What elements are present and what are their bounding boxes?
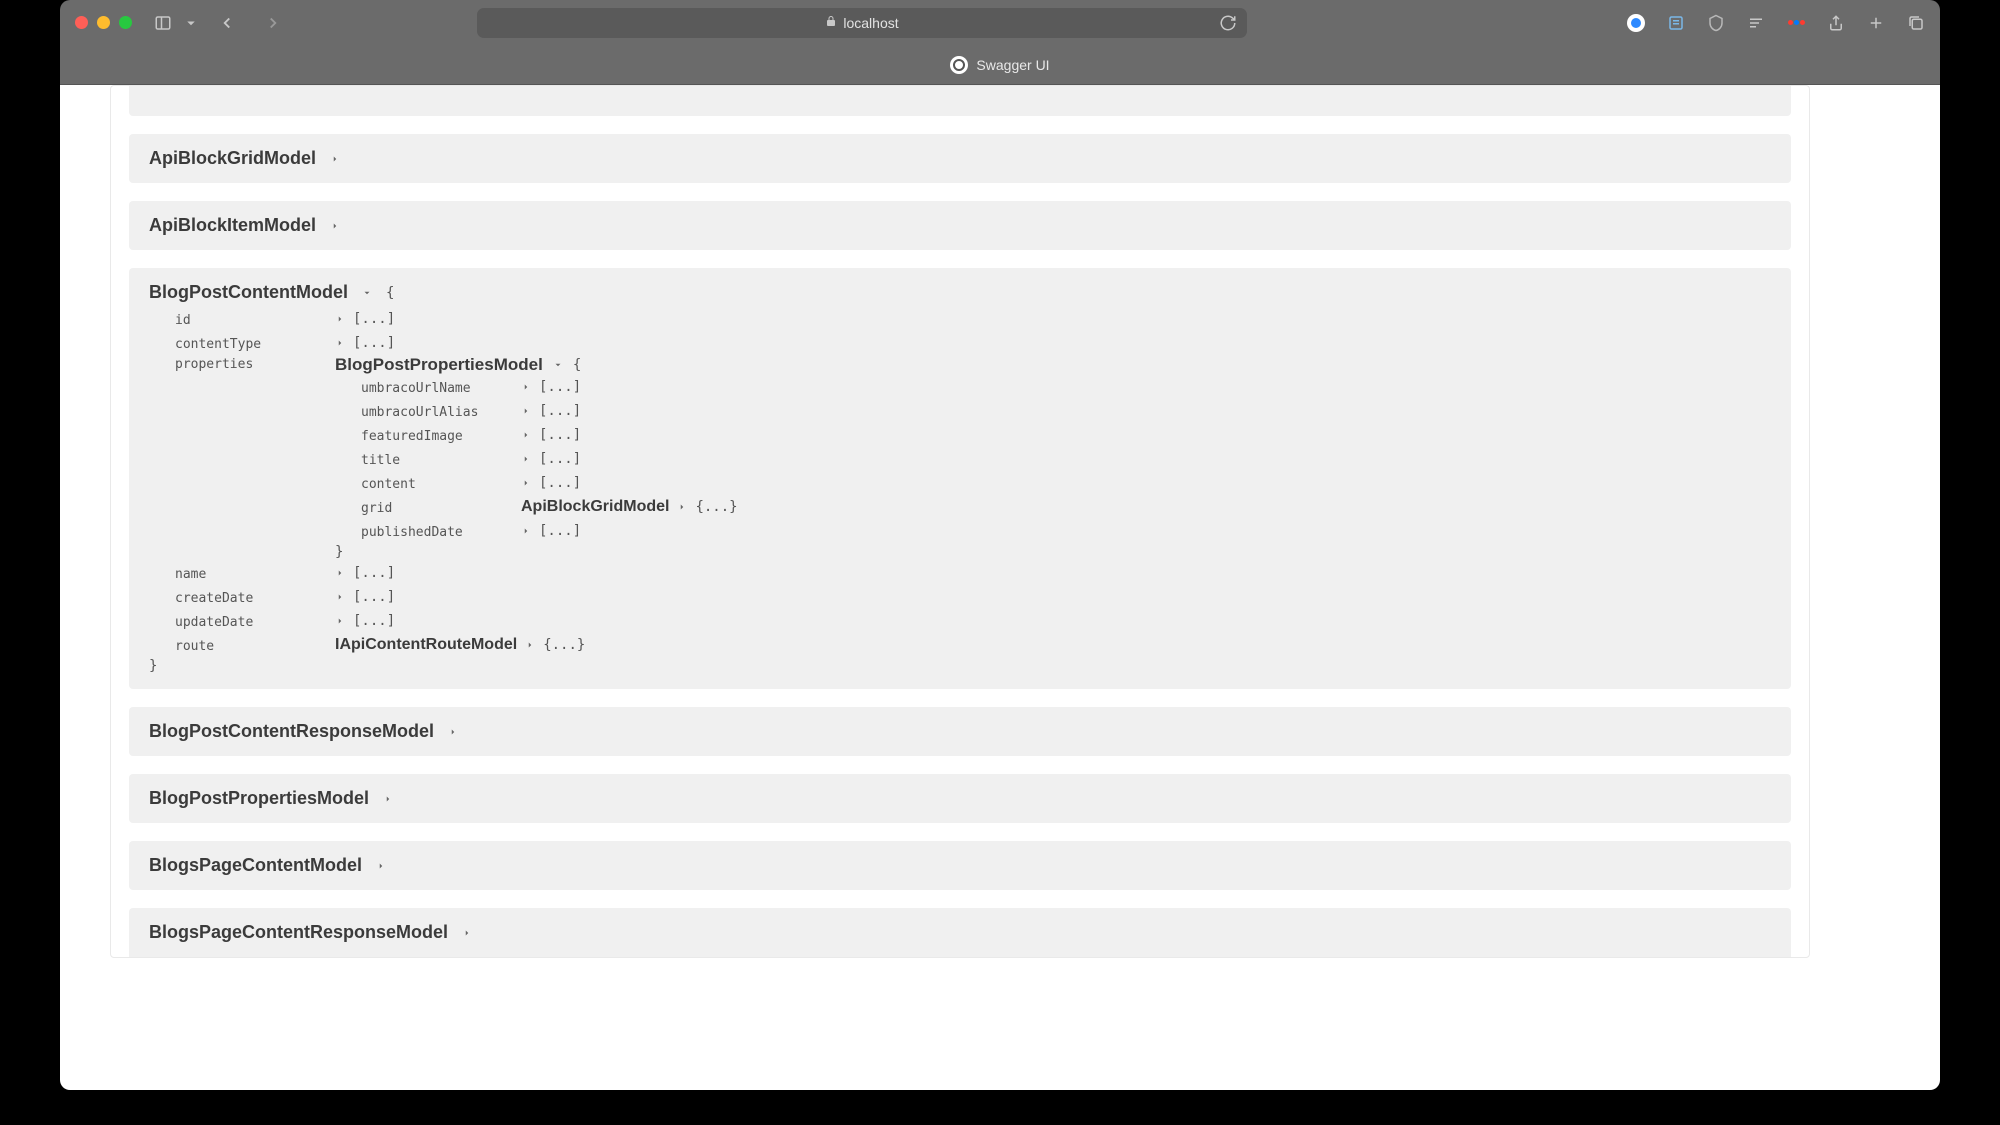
browser-tab[interactable]: Swagger UI [950,56,1049,74]
prop-key-umbracourlname: umbracoUrlName [361,379,521,396]
prop-key-grid: grid [361,499,521,516]
forward-button[interactable] [264,14,282,32]
close-brace: } [335,544,343,560]
page-content: ApiBlockGridModel ApiBlockItemModel [60,85,1940,1090]
shield-icon[interactable] [1707,14,1725,32]
prop-key-updatedate: updateDate [175,613,335,630]
model-name: ApiBlockItemModel [149,215,316,236]
model-blogs-page-content-response[interactable]: BlogsPageContentResponseModel [129,908,1791,957]
nested-model-ref[interactable]: ApiBlockGridModel [521,498,669,516]
collapsed-value[interactable]: [...] [539,379,581,395]
browser-toolbar: localhost [60,0,1940,45]
lock-icon [825,14,837,32]
prop-key-featuredimage: featuredImage [361,427,521,444]
tabs-overview-icon[interactable] [1907,14,1925,32]
chevron-right-icon [462,928,472,938]
tab-title: Swagger UI [976,57,1049,73]
collapsed-value[interactable]: [...] [353,589,395,605]
model-blog-post-properties[interactable]: BlogPostPropertiesModel [129,774,1791,823]
prop-key-id: id [175,311,335,328]
minimize-window-button[interactable] [97,16,110,29]
chevron-down-icon[interactable] [553,360,563,370]
chevron-right-icon[interactable] [521,382,531,392]
reload-icon[interactable] [1219,14,1237,32]
models-section: ApiBlockGridModel ApiBlockItemModel [110,85,1810,958]
chevron-right-icon [376,861,386,871]
model-name: BlogsPageContentModel [149,855,362,876]
prop-key-publisheddate: publishedDate [361,523,521,540]
collapsed-value[interactable]: [...] [539,475,581,491]
close-brace: } [149,658,157,674]
model-name: BlogPostContentResponseModel [149,721,434,742]
chevron-right-icon[interactable] [521,478,531,488]
chevron-right-icon [330,154,340,164]
chevron-right-icon[interactable] [521,430,531,440]
model-blogs-page-content[interactable]: BlogsPageContentModel [129,841,1791,890]
collapsed-value[interactable]: [...] [353,613,395,629]
chevron-right-icon[interactable] [521,406,531,416]
prop-key-properties: properties [175,355,335,372]
prop-key-content: content [361,475,521,492]
collapsed-value[interactable]: [...] [539,451,581,467]
chevron-right-icon[interactable] [335,592,345,602]
nested-model-name[interactable]: BlogPostPropertiesModel [335,355,543,375]
nested-model-ref[interactable]: IApiContentRouteModel [335,636,517,654]
model-name: BlogPostPropertiesModel [149,788,369,809]
address-bar[interactable]: localhost [477,8,1247,38]
chevron-right-icon[interactable] [335,568,345,578]
chevron-right-icon[interactable] [677,502,687,512]
collapsed-value[interactable]: [...] [539,403,581,419]
close-window-button[interactable] [75,16,88,29]
chevron-down-icon [362,288,372,298]
collapsed-braces[interactable]: {...} [543,637,585,653]
swagger-logo-icon [950,56,968,74]
open-brace: { [386,285,394,301]
window-controls [75,16,132,29]
collapsed-value[interactable]: [...] [353,335,395,351]
maximize-window-button[interactable] [119,16,132,29]
chevron-right-icon [448,727,458,737]
chevron-right-icon [330,221,340,231]
model-api-block-item[interactable]: ApiBlockItemModel [129,201,1791,250]
prop-key-contenttype: contentType [175,335,335,352]
collapsed-value[interactable]: [...] [353,311,395,327]
url-text: localhost [843,15,898,31]
new-tab-icon[interactable] [1867,14,1885,32]
chevron-right-icon[interactable] [525,640,535,650]
model-block-truncated[interactable] [129,86,1791,116]
sidebar-toggle-icon[interactable] [154,14,172,32]
chevron-right-icon[interactable] [335,314,345,324]
prop-key-name: name [175,565,335,582]
extension-icon[interactable] [1667,14,1685,32]
dropdown-icon[interactable] [182,14,200,32]
share-icon[interactable] [1827,14,1845,32]
chevron-right-icon[interactable] [521,526,531,536]
model-blog-post-content-response[interactable]: BlogPostContentResponseModel [129,707,1791,756]
model-api-block-grid[interactable]: ApiBlockGridModel [129,134,1791,183]
chevron-right-icon[interactable] [335,616,345,626]
model-blog-post-content: BlogPostContentModel { id [...] [129,268,1791,689]
open-brace: { [573,357,581,373]
prop-key-umbracourlalias: umbracoUrlAlias [361,403,521,420]
collapsed-value[interactable]: [...] [539,427,581,443]
model-name: BlogsPageContentResponseModel [149,922,448,943]
back-button[interactable] [218,14,236,32]
chevron-right-icon[interactable] [521,454,531,464]
list-icon[interactable] [1747,14,1765,32]
prop-key-createdate: createDate [175,589,335,606]
browser-tab-bar: Swagger UI [60,45,1940,85]
prop-key-title: title [361,451,521,468]
model-toggle[interactable]: BlogPostContentModel { [149,282,1771,303]
chevron-right-icon[interactable] [335,338,345,348]
collapsed-braces[interactable]: {...} [695,499,737,515]
prop-key-route: route [175,637,335,654]
extension-1password-icon[interactable] [1627,14,1645,32]
model-name: ApiBlockGridModel [149,148,316,169]
extension-colorful-icon[interactable] [1787,14,1805,32]
collapsed-value[interactable]: [...] [539,523,581,539]
chevron-right-icon [383,794,393,804]
collapsed-value[interactable]: [...] [353,565,395,581]
model-name: BlogPostContentModel [149,282,348,303]
